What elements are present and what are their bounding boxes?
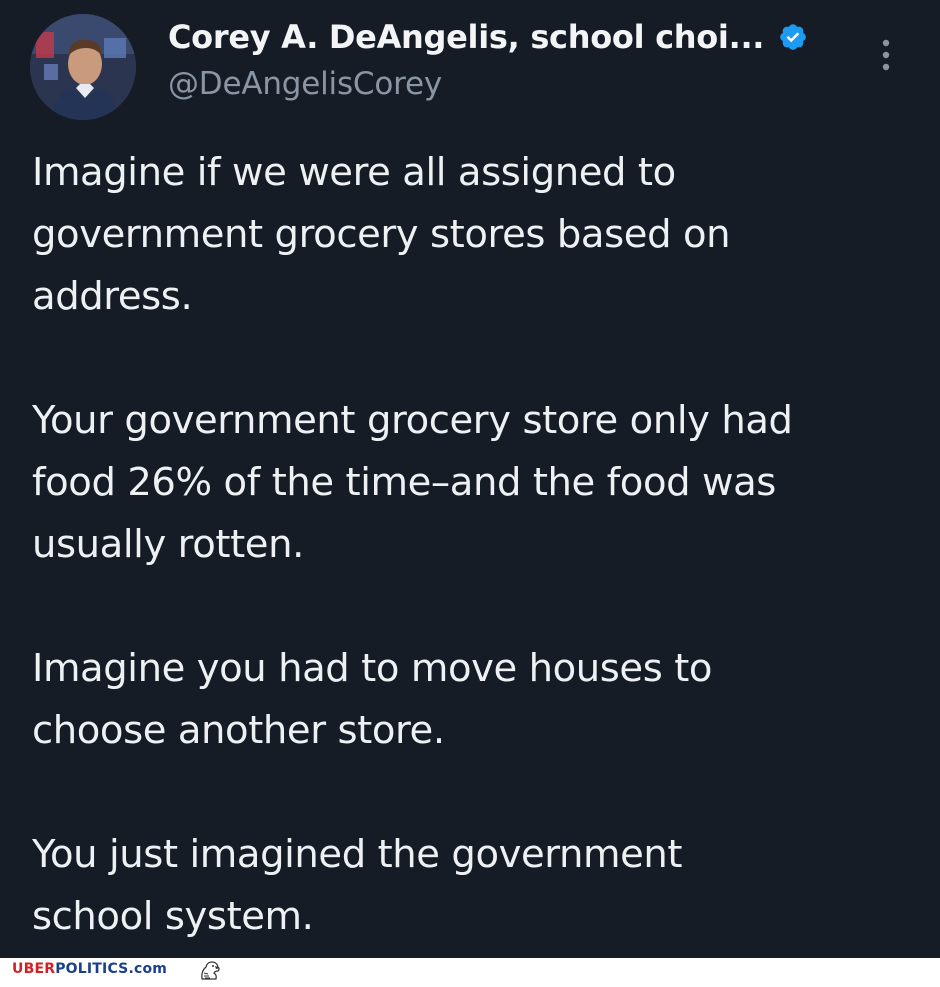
- watermark-domain: .com: [128, 961, 168, 977]
- tweet-paragraph: Your government grocery store only had f…: [32, 398, 793, 567]
- tweet-paragraph: Imagine you had to move houses to choose…: [32, 646, 713, 753]
- verified-badge-icon: [778, 22, 808, 52]
- tweet-paragraph: Imagine if we were all assigned to gover…: [32, 150, 731, 319]
- display-name[interactable]: Corey A. DeAngelis, school choi...: [168, 18, 764, 56]
- tweet-text: Imagine if we were all assigned to gover…: [32, 142, 912, 948]
- tweet-card: Corey A. DeAngelis, school choi... @DeAn…: [0, 0, 940, 958]
- eagle-icon: [198, 959, 222, 982]
- watermark-bar: UBERPOLITICS.com: [0, 958, 940, 983]
- avatar[interactable]: [30, 14, 136, 120]
- watermark-politics: POLITICS: [55, 961, 129, 977]
- watermark-text: UBERPOLITICS.com: [12, 961, 167, 977]
- avatar-image: [30, 14, 136, 120]
- watermark-uber: UBER: [12, 961, 56, 977]
- more-vertical-icon[interactable]: [876, 36, 896, 76]
- author-handle[interactable]: @DeAngelisCorey: [168, 66, 442, 102]
- author-name-row: Corey A. DeAngelis, school choi...: [168, 18, 808, 56]
- tweet-paragraph: You just imagined the government school …: [32, 832, 683, 939]
